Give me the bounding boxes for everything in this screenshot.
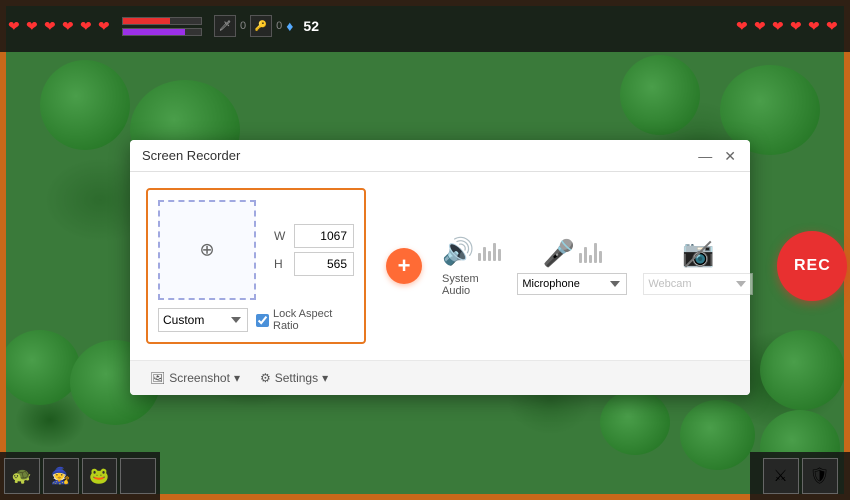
hud-right: ❤ ❤ ❤ ❤ ❤ ❤ <box>736 19 842 33</box>
dialog-titlebar: Screen Recorder — ✕ <box>130 140 750 172</box>
settings-icon: ⚙ <box>260 371 271 385</box>
dialog-title: Screen Recorder <box>142 148 240 163</box>
region-preview[interactable]: ⊕ <box>158 200 256 300</box>
screenshot-label: Screenshot <box>169 371 230 385</box>
tree <box>40 60 130 150</box>
rec-button[interactable]: REC <box>777 231 847 301</box>
settings-dropdown-icon: ▾ <box>322 371 328 385</box>
audio-bar-2 <box>483 247 486 261</box>
game-background: ❤ ❤ ❤ ❤ ❤ ❤ 🗡 0 🔑 0 ♦ 52 ❤ ❤ ❤ ❤ ❤ ❤ <box>0 0 850 500</box>
width-row: W <box>274 224 354 248</box>
mic-bar-2 <box>584 247 587 263</box>
width-input[interactable] <box>294 224 354 248</box>
screenshot-icon: 🖼 <box>150 371 165 385</box>
settings-label: Settings <box>275 371 318 385</box>
inv-icon-key: 🔑 <box>250 15 272 37</box>
hud-bottom-left: 🐢 🧙 🐸 <box>0 452 160 500</box>
heart-2: ❤ <box>26 19 42 33</box>
coin-count: 52 <box>303 18 319 34</box>
audio-bar-3 <box>488 251 491 261</box>
audio-bar-5 <box>498 249 501 261</box>
audio-bars-mic <box>579 243 602 263</box>
hearts-left: ❤ ❤ ❤ ❤ ❤ ❤ <box>8 19 114 33</box>
inv-icon-sword: 🗡 <box>214 15 236 37</box>
height-label: H <box>274 257 288 271</box>
lock-aspect-label[interactable]: Lock Aspect Ratio <box>256 308 332 332</box>
webcam-icon-wrapper: 📷 <box>682 238 714 269</box>
lock-aspect-checkbox[interactable] <box>256 314 269 327</box>
dialog-controls: — ✕ <box>696 149 738 163</box>
height-input[interactable] <box>294 252 354 276</box>
heart-1: ❤ <box>8 19 24 33</box>
tree <box>620 55 700 135</box>
heart-right-6: ❤ <box>826 19 842 33</box>
microphone-icon: 🎤 <box>543 238 575 269</box>
webcam-select[interactable]: Webcam None <box>643 273 753 295</box>
heart-right-4: ❤ <box>790 19 806 33</box>
mp-bar <box>122 28 202 36</box>
hp-bar <box>122 17 202 25</box>
crosshair-icon: ⊕ <box>199 240 214 261</box>
close-button[interactable]: ✕ <box>722 149 738 163</box>
heart-5: ❤ <box>80 19 96 33</box>
mic-bar-3 <box>589 255 592 263</box>
hud-bars <box>122 17 202 36</box>
preset-select[interactable]: Custom Full Screen 1920×1080 1280×720 <box>158 308 248 332</box>
hud-bottom-right: ⚔ 🛡 <box>750 452 850 500</box>
audio-bars-system <box>478 241 501 261</box>
heart-right-1: ❤ <box>736 19 752 33</box>
mic-bar-1 <box>579 253 582 263</box>
heart-right-2: ❤ <box>754 19 770 33</box>
heart-6: ❤ <box>98 19 114 33</box>
region-dimensions: W H <box>274 224 354 276</box>
heart-4: ❤ <box>62 19 78 33</box>
inv-slot-right-1: ⚔ <box>763 458 799 494</box>
inv-slot-2: 🧙 <box>43 458 79 494</box>
lock-aspect-text: Lock Aspect Ratio <box>273 308 332 332</box>
heart-right-5: ❤ <box>808 19 824 33</box>
hud-icons: 🗡 0 🔑 0 ♦ 52 <box>214 15 319 37</box>
dialog-footer: 🖼 Screenshot ▾ ⚙ Settings ▾ <box>130 360 750 395</box>
hud-top-bar: ❤ ❤ ❤ ❤ ❤ ❤ 🗡 0 🔑 0 ♦ 52 ❤ ❤ ❤ ❤ ❤ ❤ <box>0 0 850 52</box>
inv-slot-3: 🐸 <box>82 458 118 494</box>
speaker-icon: 🔊 <box>442 236 474 267</box>
dialog-body: ⊕ W H Custom <box>130 172 750 360</box>
heart-3: ❤ <box>44 19 60 33</box>
screen-recorder-dialog: Screen Recorder — ✕ ⊕ W <box>130 140 750 395</box>
screenshot-dropdown-icon: ▾ <box>234 371 240 385</box>
tree <box>760 330 845 410</box>
height-row: H <box>274 252 354 276</box>
tree <box>680 400 755 470</box>
region-row-bottom: Custom Full Screen 1920×1080 1280×720 Lo… <box>158 308 354 332</box>
width-label: W <box>274 229 288 243</box>
inv-slot-1: 🐢 <box>4 458 40 494</box>
mic-bar-5 <box>599 251 602 263</box>
microphone-select[interactable]: Microphone None Default <box>517 273 627 295</box>
tree <box>600 390 670 455</box>
region-selector-area: ⊕ W H Custom <box>146 188 366 344</box>
inv-slot-right-2: 🛡 <box>802 458 838 494</box>
tree <box>0 330 80 405</box>
settings-button[interactable]: ⚙ Settings ▾ <box>256 369 332 387</box>
mic-bar-4 <box>594 243 597 263</box>
audio-bar-4 <box>493 243 496 261</box>
heart-right-3: ❤ <box>772 19 788 33</box>
audio-bar-1 <box>478 253 481 261</box>
microphone-section: 🎤 Microphone None Default <box>517 238 627 295</box>
system-audio-section: 🔊 System Audio <box>442 236 501 297</box>
webcam-section: 📷 Webcam None <box>643 238 753 295</box>
inv-slot-4 <box>120 458 156 494</box>
minimize-button[interactable]: — <box>696 149 714 163</box>
screenshot-button[interactable]: 🖼 Screenshot ▾ <box>146 369 244 387</box>
add-source-button[interactable]: + <box>386 248 422 284</box>
diamond-icon: ♦ <box>286 18 293 34</box>
system-audio-label: System Audio <box>442 273 501 297</box>
